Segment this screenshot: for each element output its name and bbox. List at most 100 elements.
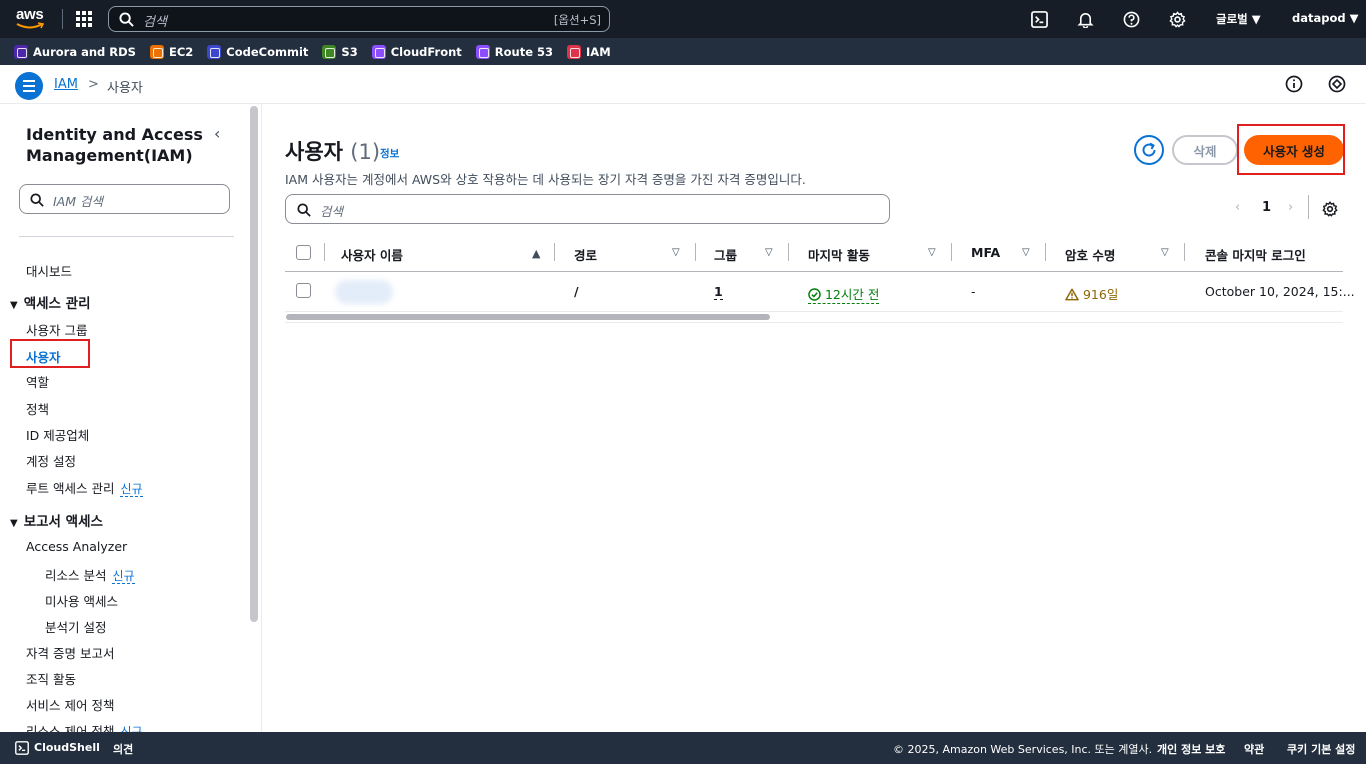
sort-icon[interactable]: ▽ (672, 247, 680, 258)
refresh-button[interactable] (1134, 135, 1164, 165)
collapse-sidebar-icon[interactable]: ‹ (214, 124, 220, 143)
warning-icon (1065, 288, 1079, 301)
pager-divider (1308, 195, 1309, 219)
sidebar-item-access-analyzer[interactable]: Access Analyzer (26, 539, 127, 554)
sidebar-item-root-access[interactable]: 루트 액세스 관리 신규 (26, 478, 143, 497)
sort-icon[interactable]: ▽ (1161, 247, 1169, 258)
sort-ascending-icon[interactable]: ▲ (532, 247, 540, 260)
sort-icon[interactable]: ▽ (1022, 247, 1030, 258)
aws-logo[interactable]: aws (14, 5, 50, 33)
page-description: IAM 사용자는 계정에서 AWS와 상호 작용하는 데 사용되는 장기 자격 … (285, 172, 806, 187)
main-content: 사용자 (1) 정보 IAM 사용자는 계정에서 AWS와 상호 작용하는 데 … (262, 104, 1366, 732)
new-badge: 신규 (120, 725, 143, 732)
sidebar-item-dashboard[interactable]: 대시보드 (26, 261, 72, 280)
users-search-input[interactable]: 검색 (285, 194, 890, 224)
breadcrumb-iam-link[interactable]: IAM (54, 77, 78, 92)
cloudshell-icon[interactable] (15, 741, 29, 755)
side-navigation: Identity and Access Management(IAM) ‹ IA… (0, 104, 262, 732)
page-title-text: 사용자 (285, 140, 343, 164)
table-settings-icon[interactable] (1322, 201, 1338, 217)
sidebar-section-reports-access[interactable]: ▼ 보고서 액세스 (10, 510, 103, 530)
codecommit-icon (207, 44, 222, 59)
search-placeholder: 검색 (143, 15, 167, 30)
sidebar-scrollbar[interactable] (250, 106, 258, 622)
favorite-route53[interactable]: Route 53 (475, 44, 553, 59)
privacy-link[interactable]: 개인 정보 보호 (1157, 741, 1225, 757)
account-label: datapod (1292, 11, 1346, 25)
favorite-aurora-rds[interactable]: Aurora and RDS (14, 44, 136, 59)
column-header-groups[interactable]: 그룹 (714, 245, 737, 264)
gear-icon[interactable] (1167, 9, 1187, 29)
aurora-rds-icon (14, 44, 28, 59)
region-selector[interactable]: 글로벌 ▼ (1216, 11, 1261, 27)
column-header-console-last-login[interactable]: 콘솔 마지막 로그인 (1205, 245, 1306, 264)
sidebar-item-roles[interactable]: 역할 (26, 372, 49, 391)
users-search-placeholder: 검색 (320, 204, 344, 219)
row-path: / (574, 284, 579, 299)
highlight-users (10, 339, 90, 368)
iam-search-input[interactable]: IAM 검색 (19, 184, 230, 214)
sidebar-item-policies[interactable]: 정책 (26, 399, 49, 418)
column-header-username[interactable]: 사용자 이름 (341, 245, 403, 264)
cloudshell-link[interactable]: CloudShell (34, 741, 100, 754)
notifications-icon[interactable] (1328, 75, 1346, 93)
sidebar-item-rcp[interactable]: 리소스 제어 정책 신규 (26, 721, 143, 732)
username-link-redacted[interactable] (335, 280, 393, 304)
apps-grid-icon[interactable] (76, 11, 92, 27)
footer: CloudShell 의견 © 2025, Amazon Web Service… (0, 732, 1366, 764)
favorite-ec2[interactable]: EC2 (149, 44, 194, 59)
success-icon (808, 288, 821, 301)
sidebar-item-label: 리소스 분석 (45, 568, 107, 583)
side-nav-toggle-button[interactable] (15, 72, 43, 100)
sidebar-item-credential-report[interactable]: 자격 증명 보고서 (26, 643, 114, 662)
sidebar-item-org-activity[interactable]: 조직 활동 (26, 669, 76, 688)
row-last-activity[interactable]: 12시간 전 (808, 284, 880, 304)
feedback-link[interactable]: 의견 (113, 741, 133, 757)
table-horizontal-scrollbar[interactable] (286, 314, 770, 320)
favorite-s3[interactable]: S3 (322, 44, 358, 59)
select-all-checkbox[interactable] (296, 245, 311, 260)
column-header-mfa[interactable]: MFA (971, 245, 1000, 260)
favorite-label: Aurora and RDS (33, 44, 136, 59)
table-bottom-divider (285, 322, 1343, 323)
info-link[interactable]: 정보 (380, 146, 399, 161)
sidebar-section-access-management[interactable]: ▼ 액세스 관리 (10, 292, 91, 312)
cookie-preferences-link[interactable]: 쿠키 기본 설정 (1287, 741, 1355, 757)
global-search-input[interactable]: 검색 [옵션+S] (108, 6, 610, 32)
s3-icon (322, 44, 337, 59)
column-header-path[interactable]: 경로 (574, 245, 597, 264)
favorite-iam[interactable]: IAM (567, 44, 611, 59)
delete-button[interactable]: 삭제 (1172, 135, 1238, 165)
bell-icon[interactable] (1075, 9, 1095, 29)
sidebar-item-resource-analysis[interactable]: 리소스 분석 신규 (45, 565, 135, 584)
search-icon (30, 193, 44, 207)
chevron-left-icon[interactable]: ‹ (1235, 200, 1240, 215)
nav-divider (62, 9, 63, 29)
help-icon[interactable] (1121, 9, 1141, 29)
row-checkbox[interactable] (296, 283, 311, 298)
row-groups[interactable]: 1 (714, 284, 723, 300)
sidebar-item-unused-access[interactable]: 미사용 액세스 (45, 591, 118, 610)
terms-link[interactable]: 약관 (1244, 741, 1264, 757)
sort-icon[interactable]: ▽ (765, 247, 773, 258)
search-shortcut: [옵션+S] (553, 13, 601, 27)
cloudshell-icon[interactable] (1029, 9, 1049, 29)
sidebar-item-id-providers[interactable]: ID 제공업체 (26, 425, 89, 444)
sidebar-item-analyzer-settings[interactable]: 분석기 설정 (45, 617, 106, 636)
account-menu[interactable]: datapod ▼ (1292, 11, 1358, 25)
password-age-text: 916일 (1082, 287, 1119, 302)
favorite-cloudfront[interactable]: CloudFront (371, 44, 462, 59)
sidebar-item-account-settings[interactable]: 계정 설정 (26, 451, 76, 470)
favorite-label: EC2 (168, 44, 194, 59)
chevron-right-icon[interactable]: › (1288, 200, 1293, 215)
info-icon[interactable] (1285, 75, 1303, 93)
favorite-codecommit[interactable]: CodeCommit (207, 44, 308, 59)
page-number[interactable]: 1 (1262, 200, 1271, 215)
sidebar-item-user-groups[interactable]: 사용자 그룹 (26, 320, 87, 339)
sidebar-title: Identity and Access Management(IAM) (26, 125, 203, 165)
column-header-password-age[interactable]: 암호 수명 (1065, 245, 1115, 264)
sort-icon[interactable]: ▽ (928, 247, 936, 258)
column-header-last-activity[interactable]: 마지막 활동 (808, 245, 870, 264)
sidebar-item-scp[interactable]: 서비스 제어 정책 (26, 695, 114, 714)
last-activity-text: 12시간 전 (824, 287, 880, 302)
